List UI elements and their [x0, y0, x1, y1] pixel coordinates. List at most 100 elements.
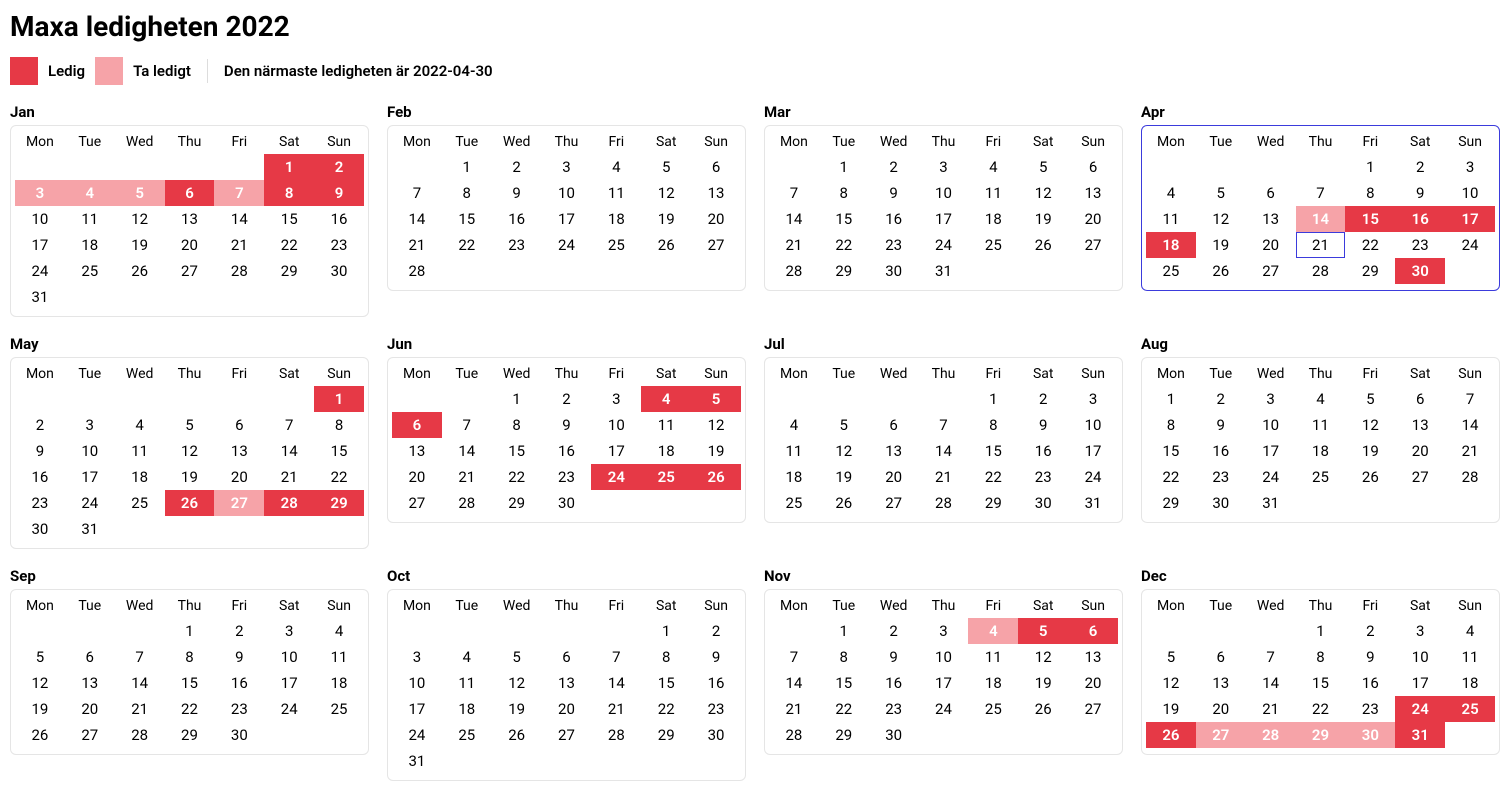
day-cell[interactable]: 20 [1246, 232, 1296, 258]
day-cell[interactable]: 8 [641, 644, 691, 670]
day-cell[interactable]: 14 [591, 670, 641, 696]
day-cell[interactable]: 17 [1395, 670, 1445, 696]
day-cell[interactable]: 11 [1146, 206, 1196, 232]
day-cell[interactable]: 5 [15, 644, 65, 670]
day-cell[interactable]: 18 [591, 206, 641, 232]
day-cell[interactable]: 19 [641, 206, 691, 232]
day-cell[interactable]: 2 [1345, 618, 1395, 644]
day-cell[interactable]: 20 [392, 464, 442, 490]
day-cell[interactable]: 2 [542, 386, 592, 412]
day-cell[interactable]: 4 [591, 154, 641, 180]
day-cell[interactable]: 10 [1395, 644, 1445, 670]
day-cell[interactable]: 1 [1296, 618, 1346, 644]
day-cell[interactable]: 12 [1018, 644, 1068, 670]
day-cell[interactable]: 3 [919, 618, 969, 644]
day-cell[interactable]: 22 [442, 232, 492, 258]
day-cell[interactable]: 2 [492, 154, 542, 180]
day-cell[interactable]: 20 [1068, 206, 1118, 232]
day-cell[interactable]: 12 [641, 180, 691, 206]
day-cell[interactable]: 6 [1246, 180, 1296, 206]
day-cell[interactable]: 23 [869, 696, 919, 722]
day-cell[interactable]: 4 [641, 386, 691, 412]
day-cell[interactable]: 13 [1068, 644, 1118, 670]
day-cell[interactable]: 24 [1395, 696, 1445, 722]
day-cell[interactable]: 23 [214, 696, 264, 722]
day-cell[interactable]: 16 [214, 670, 264, 696]
day-cell[interactable]: 6 [691, 154, 741, 180]
day-cell[interactable]: 24 [392, 722, 442, 748]
day-cell[interactable]: 8 [819, 644, 869, 670]
day-cell[interactable]: 1 [819, 618, 869, 644]
day-cell[interactable]: 15 [1146, 438, 1196, 464]
day-cell[interactable]: 8 [492, 412, 542, 438]
day-cell[interactable]: 22 [1146, 464, 1196, 490]
day-cell[interactable]: 11 [641, 412, 691, 438]
day-cell[interactable]: 14 [1296, 206, 1346, 232]
day-cell[interactable]: 4 [968, 618, 1018, 644]
day-cell[interactable]: 4 [968, 154, 1018, 180]
day-cell[interactable]: 3 [1445, 154, 1495, 180]
day-cell[interactable]: 15 [314, 438, 364, 464]
day-cell[interactable]: 6 [1068, 154, 1118, 180]
day-cell[interactable]: 21 [591, 696, 641, 722]
day-cell[interactable]: 12 [492, 670, 542, 696]
day-cell[interactable]: 2 [1395, 154, 1445, 180]
day-cell[interactable]: 24 [1445, 232, 1495, 258]
day-cell[interactable]: 15 [1296, 670, 1346, 696]
day-cell[interactable]: 5 [1018, 618, 1068, 644]
day-cell[interactable]: 27 [1246, 258, 1296, 284]
day-cell[interactable]: 29 [819, 258, 869, 284]
day-cell[interactable]: 7 [264, 412, 314, 438]
day-cell[interactable]: 10 [591, 412, 641, 438]
day-cell[interactable]: 8 [1146, 412, 1196, 438]
day-cell[interactable]: 22 [492, 464, 542, 490]
day-cell[interactable]: 17 [919, 670, 969, 696]
day-cell[interactable]: 4 [314, 618, 364, 644]
day-cell[interactable]: 4 [1445, 618, 1495, 644]
day-cell[interactable]: 28 [1246, 722, 1296, 748]
day-cell[interactable]: 29 [165, 722, 215, 748]
day-cell[interactable]: 28 [769, 258, 819, 284]
day-cell[interactable]: 9 [869, 180, 919, 206]
day-cell[interactable]: 26 [1146, 722, 1196, 748]
day-cell[interactable]: 9 [214, 644, 264, 670]
day-cell[interactable]: 6 [1068, 618, 1118, 644]
day-cell[interactable]: 21 [919, 464, 969, 490]
day-cell[interactable]: 6 [392, 412, 442, 438]
day-cell[interactable]: 4 [65, 180, 115, 206]
day-cell[interactable]: 5 [165, 412, 215, 438]
day-cell[interactable]: 22 [819, 232, 869, 258]
day-cell[interactable]: 30 [214, 722, 264, 748]
day-cell[interactable]: 28 [1296, 258, 1346, 284]
day-cell[interactable]: 18 [769, 464, 819, 490]
day-cell[interactable]: 9 [1345, 644, 1395, 670]
day-cell[interactable]: 2 [15, 412, 65, 438]
day-cell[interactable]: 18 [115, 464, 165, 490]
day-cell[interactable]: 17 [919, 206, 969, 232]
day-cell[interactable]: 3 [919, 154, 969, 180]
day-cell[interactable]: 26 [819, 490, 869, 516]
day-cell[interactable]: 7 [769, 644, 819, 670]
day-cell[interactable]: 18 [1445, 670, 1495, 696]
day-cell[interactable]: 13 [1068, 180, 1118, 206]
day-cell[interactable]: 24 [591, 464, 641, 490]
day-cell[interactable]: 13 [1246, 206, 1296, 232]
day-cell[interactable]: 10 [1445, 180, 1495, 206]
day-cell[interactable]: 4 [115, 412, 165, 438]
day-cell[interactable]: 24 [919, 232, 969, 258]
day-cell[interactable]: 2 [1196, 386, 1246, 412]
day-cell[interactable]: 3 [1246, 386, 1296, 412]
day-cell[interactable]: 3 [392, 644, 442, 670]
day-cell[interactable]: 28 [392, 258, 442, 284]
day-cell[interactable]: 26 [492, 722, 542, 748]
day-cell[interactable]: 3 [1395, 618, 1445, 644]
day-cell[interactable]: 20 [214, 464, 264, 490]
day-cell[interactable]: 5 [641, 154, 691, 180]
day-cell[interactable]: 22 [314, 464, 364, 490]
day-cell[interactable]: 28 [919, 490, 969, 516]
day-cell[interactable]: 23 [1345, 696, 1395, 722]
day-cell[interactable]: 30 [1196, 490, 1246, 516]
day-cell[interactable]: 26 [15, 722, 65, 748]
day-cell[interactable]: 15 [819, 670, 869, 696]
day-cell[interactable]: 1 [641, 618, 691, 644]
